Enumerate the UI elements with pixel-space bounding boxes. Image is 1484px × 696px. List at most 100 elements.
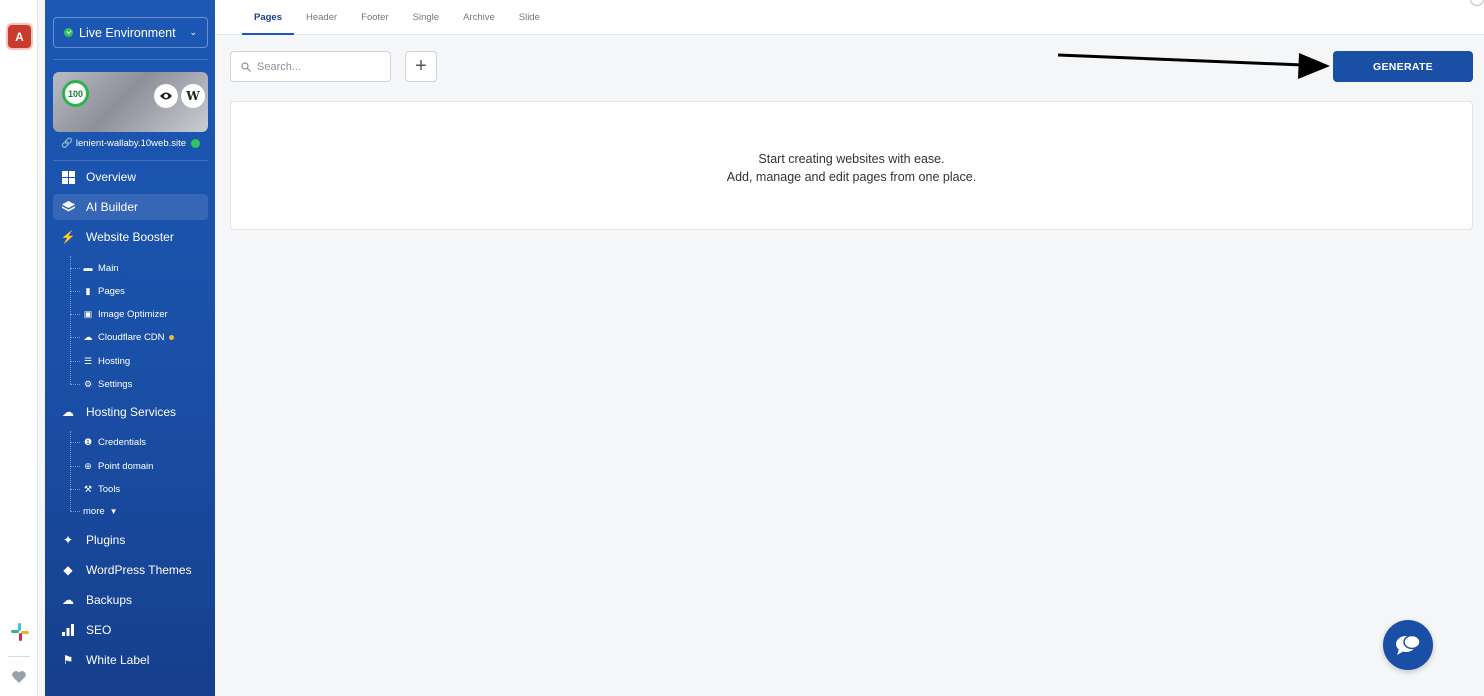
sidebar-subitem-main[interactable]: ▬ Main	[83, 259, 119, 277]
site-url-text: lenient-wallaby.10web.site	[75, 138, 187, 149]
chat-support-button[interactable]	[1383, 620, 1433, 670]
sidebar-subitem-label: Image Optimizer	[98, 308, 168, 320]
sidebar-item-hosting-services[interactable]: ☁ Hosting Services	[53, 399, 208, 425]
sidebar-item-label: Website Booster	[86, 230, 174, 244]
tree-branch	[70, 384, 80, 385]
empty-state-panel: Start creating websites with ease. Add, …	[230, 101, 1473, 230]
page-icon: ▮	[85, 285, 91, 296]
tree-branch	[70, 337, 80, 338]
sidebar-subitem-image-optimizer[interactable]: ▣ Image Optimizer	[83, 305, 168, 323]
sidebar-subitem-label: Tools	[98, 483, 121, 495]
tree-branch	[70, 361, 80, 362]
sidebar-item-label: WordPress Themes	[86, 563, 192, 577]
sidebar-item-label: White Label	[86, 653, 150, 667]
sidebar-item-label: Backups	[86, 593, 133, 607]
sidebar-subitem-point-domain[interactable]: ⊕ Point domain	[83, 457, 153, 475]
user-menu-icon[interactable]	[1470, 0, 1484, 6]
tab-footer[interactable]: Footer	[349, 0, 400, 35]
sidebar-item-seo[interactable]: SEO	[53, 617, 208, 643]
sidebar-subitem-cloudflare-cdn[interactable]: ☁ Cloudflare CDN	[83, 328, 174, 346]
sidebar-item-wordpress-themes[interactable]: ◆ WordPress Themes	[53, 557, 208, 583]
tree-branch	[70, 268, 80, 269]
tree-branch	[70, 489, 80, 490]
bolt-icon: ⚡	[60, 230, 76, 244]
sidebar-subitem-hosting[interactable]: ☰ Hosting	[83, 352, 130, 370]
environment-selector[interactable]: Live Environment ⌄	[53, 17, 208, 48]
tag-icon: ⚑	[62, 653, 74, 667]
sidebar-subitem-credentials[interactable]: ❶ Credentials	[83, 433, 146, 451]
performance-score-badge[interactable]: 100	[62, 80, 89, 107]
plug-icon: ✦	[62, 533, 74, 547]
monitor-icon: ▬	[83, 263, 93, 273]
tree-line	[70, 431, 71, 511]
wordpress-icon[interactable]: W	[181, 84, 205, 108]
empty-state-title: Start creating websites with ease.	[758, 152, 945, 166]
tab-archive[interactable]: Archive	[451, 0, 507, 35]
environment-label: Live Environment	[79, 25, 176, 40]
sidebar-subitem-label: Cloudflare CDN	[98, 331, 165, 343]
heart-icon[interactable]	[11, 670, 27, 684]
server-icon: ☰	[83, 355, 93, 366]
sidebar-item-label: AI Builder	[86, 200, 139, 214]
empty-state-subtitle: Add, manage and edit pages from one plac…	[726, 170, 977, 184]
sidebar-item-ai-builder[interactable]: AI Builder	[53, 194, 208, 220]
site-preview-card[interactable]: 100 W	[53, 72, 208, 132]
chevron-down-icon: ▼	[109, 506, 118, 516]
sidebar-subitem-label: Pages	[98, 285, 125, 297]
sidebar-subitem-tools[interactable]: ⚒ Tools	[83, 480, 120, 498]
ai-builder-icon	[61, 200, 75, 214]
add-page-button[interactable]: +	[405, 51, 437, 82]
sidebar-subitem-settings[interactable]: ⚙ Settings	[83, 375, 132, 393]
page-tabs-bar: Pages Header Footer Single Archive Slide	[215, 0, 1484, 35]
sidebar-item-label: SEO	[86, 623, 112, 637]
tab-single[interactable]: Single	[401, 0, 451, 35]
tree-branch	[70, 291, 80, 292]
tree-branch	[70, 314, 80, 315]
generate-button[interactable]: GENERATE	[1333, 51, 1473, 82]
cloud-icon: ☁	[62, 405, 74, 419]
tree-branch	[70, 511, 80, 512]
tab-header[interactable]: Header	[294, 0, 349, 35]
cloudflare-icon: ☁	[83, 331, 93, 342]
sidebar-subitem-pages[interactable]: ▮ Pages	[83, 282, 125, 300]
sidebar-subitem-label: Settings	[98, 378, 133, 390]
globe-icon: ⊕	[84, 460, 92, 471]
sidebar-item-website-booster[interactable]: ⚡ Website Booster	[53, 224, 208, 250]
sidebar-subitem-label: Point domain	[98, 460, 154, 472]
account-avatar[interactable]: A	[6, 23, 33, 50]
tab-pages[interactable]: Pages	[242, 0, 294, 35]
sidebar-item-overview[interactable]: Overview	[53, 164, 208, 190]
sidebar: Live Environment ⌄ 100 W 🔗 lenient-walla…	[45, 0, 215, 696]
app-rail: A	[0, 0, 38, 696]
tab-slide[interactable]: Slide	[507, 0, 552, 35]
image-icon: ▣	[83, 308, 93, 319]
preview-eye-icon[interactable]	[154, 84, 178, 108]
sidebar-subitem-label: Hosting	[98, 355, 131, 367]
link-icon: 🔗	[61, 138, 73, 149]
sidebar-item-backups[interactable]: ☁ Backups	[53, 587, 208, 613]
search-field[interactable]	[230, 51, 391, 82]
search-input[interactable]	[257, 60, 377, 73]
site-status-icon	[191, 139, 201, 148]
rail-divider	[8, 656, 30, 657]
overview-icon	[61, 170, 75, 184]
tree-branch	[70, 442, 80, 443]
chat-icon	[1396, 634, 1421, 655]
chevron-down-icon: ⌄	[189, 27, 197, 37]
sidebar-divider	[53, 160, 208, 161]
search-icon	[241, 61, 251, 72]
sidebar-item-label: Hosting Services	[86, 405, 177, 419]
sidebar-subitem-label: more	[83, 505, 105, 517]
sidebar-item-white-label[interactable]: ⚑ White Label	[53, 647, 208, 673]
slack-icon[interactable]	[10, 622, 30, 642]
arrow-annotation-icon	[1057, 53, 1330, 79]
sidebar-item-label: Plugins	[86, 533, 126, 547]
sidebar-subitem-more[interactable]: more ▼	[83, 502, 118, 520]
tree-line	[70, 256, 71, 384]
site-url-link[interactable]: 🔗 lenient-wallaby.10web.site	[61, 138, 201, 149]
info-icon: ❶	[83, 436, 93, 447]
warning-dot-icon	[168, 334, 174, 340]
sidebar-item-plugins[interactable]: ✦ Plugins	[53, 527, 208, 553]
sidebar-item-label: Overview	[86, 170, 137, 184]
tree-branch	[70, 466, 80, 467]
